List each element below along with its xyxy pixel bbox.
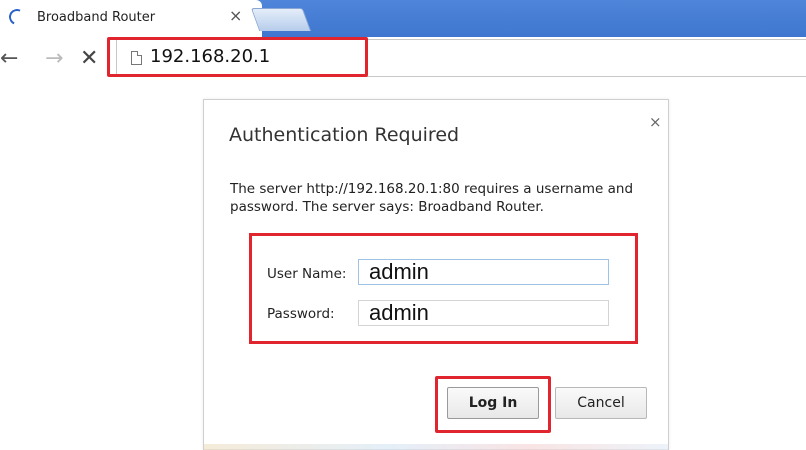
cancel-button[interactable]: Cancel bbox=[555, 387, 647, 419]
stop-icon[interactable]: ✕ bbox=[80, 48, 98, 70]
credentials-highlight-box bbox=[249, 233, 638, 344]
dialog-title: Authentication Required bbox=[229, 124, 460, 146]
spinner-icon bbox=[6, 6, 28, 28]
back-arrow-icon[interactable]: ← bbox=[0, 48, 18, 70]
dialog-close-icon[interactable]: × bbox=[649, 113, 662, 131]
address-highlight-box bbox=[107, 37, 368, 77]
forward-arrow-icon[interactable]: → bbox=[45, 48, 63, 70]
new-tab-icon[interactable] bbox=[250, 8, 312, 31]
login-highlight-box bbox=[435, 376, 551, 433]
dialog-message: The server http://192.168.20.1:80 requir… bbox=[230, 181, 634, 215]
tab-title: Broadband Router bbox=[37, 10, 156, 25]
auth-dialog: Authentication Required × The server htt… bbox=[203, 99, 669, 450]
background-page-strip bbox=[204, 444, 668, 450]
browser-tab[interactable]: Broadband Router × bbox=[0, 0, 262, 37]
tab-strip: Broadband Router × bbox=[0, 0, 806, 37]
tab-close-icon[interactable]: × bbox=[229, 8, 242, 24]
